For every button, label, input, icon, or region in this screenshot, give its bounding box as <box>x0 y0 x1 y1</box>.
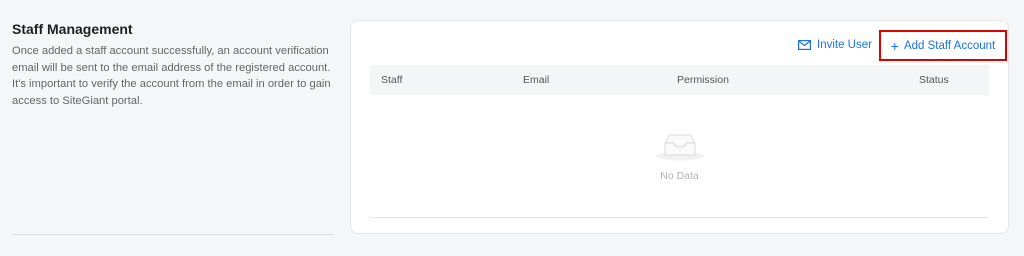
column-header-email: Email <box>523 74 550 86</box>
section-divider <box>12 234 334 235</box>
empty-state-text: No Data <box>660 170 699 182</box>
invite-user-button[interactable]: Invite User <box>798 37 872 53</box>
mail-icon <box>798 40 811 50</box>
add-staff-account-label: Add Staff Account <box>903 39 996 52</box>
empty-inbox-icon <box>656 134 704 161</box>
plus-icon: + <box>890 37 899 54</box>
section-description: Once added a staff account successfully,… <box>12 45 331 107</box>
section-title: Staff Management <box>12 21 133 37</box>
empty-state: No Data <box>370 121 989 191</box>
table-bottom-border <box>370 217 989 218</box>
staff-table-card: Invite User + Add Staff Account Staff Em… <box>350 20 1009 234</box>
table-header: Staff Email Permission Status <box>370 65 989 95</box>
invite-user-label: Invite User <box>817 39 872 51</box>
column-header-staff: Staff <box>381 74 403 86</box>
add-staff-account-button[interactable]: + Add Staff Account <box>879 30 1007 61</box>
staff-management-section: Staff Management Once added a staff acco… <box>12 20 334 109</box>
column-header-permission: Permission <box>677 74 729 86</box>
column-header-status: Status <box>919 74 949 86</box>
